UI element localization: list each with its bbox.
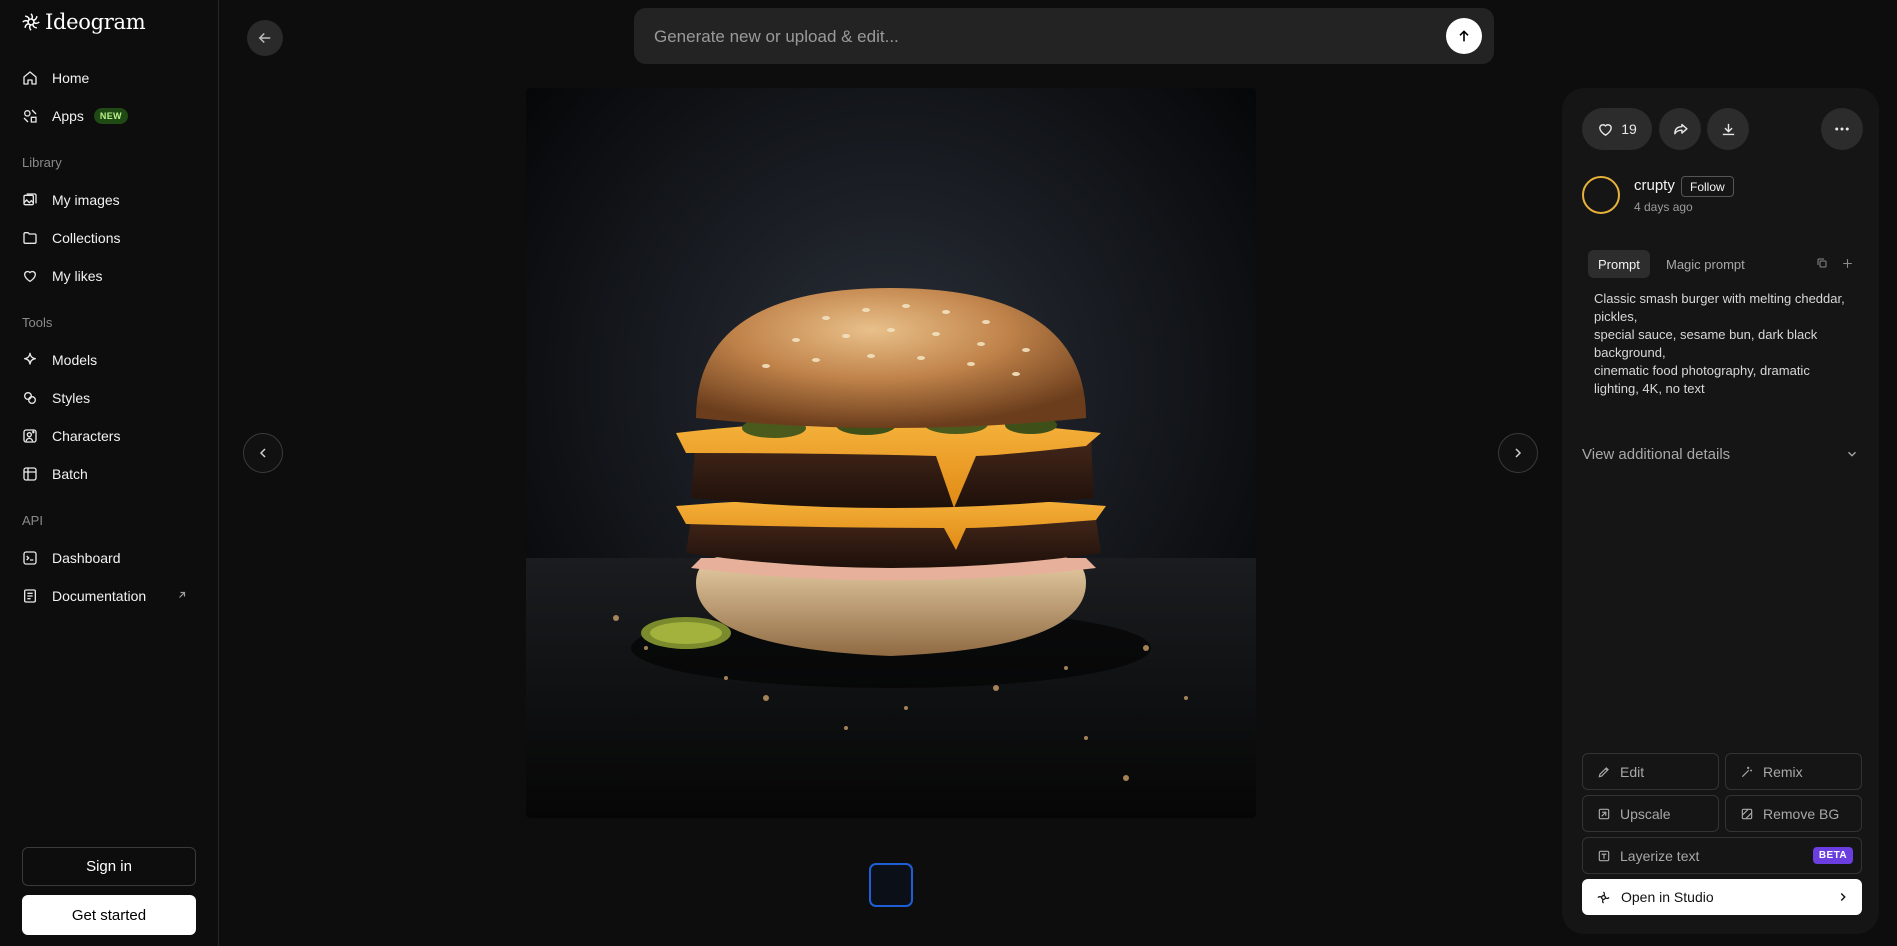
tab-prompt[interactable]: Prompt <box>1588 250 1650 278</box>
home-icon <box>22 70 38 86</box>
share-button[interactable] <box>1659 108 1701 150</box>
arrow-up-icon <box>1456 28 1472 44</box>
previous-image-button[interactable] <box>243 433 283 473</box>
logo-text: Ideogram <box>45 10 146 34</box>
back-button[interactable] <box>247 20 283 56</box>
more-options-button[interactable] <box>1821 108 1863 150</box>
apps-icon <box>22 108 38 124</box>
sidebar-item-label: My likes <box>52 268 103 284</box>
batch-icon <box>22 466 38 482</box>
sidebar-item-my-images[interactable]: My images <box>10 184 200 216</box>
sidebar-item-label: Models <box>52 352 98 368</box>
sparkle-icon <box>22 352 38 368</box>
sidebar-item-characters[interactable]: Characters <box>10 420 200 452</box>
sidebar-item-label: Documentation <box>52 588 147 604</box>
remove-bg-button[interactable]: Remove BG <box>1725 795 1862 832</box>
layers-text-icon <box>1597 849 1611 863</box>
more-horizontal-icon <box>1833 120 1851 138</box>
image-details-panel: 19 crupty Follow 4 days ago Prompt Magic… <box>1562 88 1879 934</box>
upscale-label: Upscale <box>1620 805 1671 822</box>
like-button[interactable]: 19 <box>1582 108 1652 150</box>
sidebar-item-label: Characters <box>52 428 121 444</box>
folder-icon <box>22 230 38 246</box>
view-details-label: View additional details <box>1582 445 1731 463</box>
generated-image[interactable] <box>526 88 1256 818</box>
upscale-button[interactable]: Upscale <box>1582 795 1719 832</box>
sidebar-item-collections[interactable]: Collections <box>10 222 200 254</box>
tab-magic-prompt[interactable]: Magic prompt <box>1658 250 1753 278</box>
open-in-studio-label: Open in Studio <box>1621 889 1714 905</box>
pencil-icon <box>1597 765 1611 779</box>
view-additional-details[interactable]: View additional details <box>1582 444 1859 464</box>
follow-button[interactable]: Follow <box>1681 176 1734 197</box>
sidebar-item-dashboard[interactable]: Dashboard <box>10 542 200 574</box>
heart-icon <box>1597 121 1614 138</box>
sidebar-item-styles[interactable]: Styles <box>10 382 200 414</box>
chevron-right-icon <box>1510 445 1526 461</box>
copy-icon[interactable] <box>1816 257 1830 271</box>
chevron-right-icon <box>1836 890 1850 904</box>
sidebar-item-apps[interactable]: Apps NEW <box>10 100 200 132</box>
remix-label: Remix <box>1763 763 1803 780</box>
upscale-icon <box>1597 807 1611 821</box>
styles-icon <box>22 390 38 406</box>
remove-bg-label: Remove BG <box>1763 805 1840 822</box>
sidebar: Ideogram Home Apps NEW Library My images… <box>0 0 219 946</box>
heart-icon <box>22 268 38 284</box>
sidebar-item-label: Home <box>52 70 90 86</box>
remove-background-icon <box>1740 807 1754 821</box>
layerize-text-label: Layerize text <box>1620 847 1700 864</box>
download-button[interactable] <box>1707 108 1749 150</box>
share-icon <box>1672 121 1689 138</box>
sidebar-item-documentation[interactable]: Documentation <box>10 580 200 612</box>
studio-icon <box>1596 890 1611 905</box>
new-badge: NEW <box>93 108 128 124</box>
chevron-left-icon <box>255 445 271 461</box>
sidebar-item-batch[interactable]: Batch <box>10 458 200 490</box>
arrow-left-icon <box>256 29 274 47</box>
prompt-input[interactable] <box>652 8 1416 66</box>
layerize-text-button[interactable]: Layerize text BETA <box>1582 837 1862 874</box>
avatar[interactable] <box>1582 176 1620 214</box>
prompt-bar <box>634 8 1494 66</box>
wand-icon <box>1740 765 1754 779</box>
edit-button[interactable]: Edit <box>1582 753 1719 790</box>
next-image-button[interactable] <box>1498 433 1538 473</box>
edit-label: Edit <box>1620 763 1645 780</box>
sidebar-item-label: My images <box>52 192 120 208</box>
images-icon <box>22 192 38 208</box>
prompt-text: Classic smash burger with melting chedda… <box>1594 291 1845 396</box>
image-thumbnail[interactable] <box>869 863 913 907</box>
timestamp: 4 days ago <box>1634 200 1693 214</box>
username[interactable]: crupty <box>1634 177 1675 194</box>
submit-button[interactable] <box>1446 18 1482 54</box>
section-label-tools: Tools <box>22 315 53 330</box>
sidebar-item-label: Apps <box>52 108 84 124</box>
logo[interactable]: Ideogram <box>20 10 146 34</box>
section-label-library: Library <box>22 155 62 170</box>
logo-icon <box>20 11 42 33</box>
like-count: 19 <box>1621 121 1637 137</box>
sidebar-item-label: Styles <box>52 390 91 406</box>
download-icon <box>1720 121 1737 138</box>
character-icon <box>22 428 38 444</box>
chevron-down-icon <box>1845 447 1859 461</box>
sidebar-item-my-likes[interactable]: My likes <box>10 260 200 292</box>
sign-in-button[interactable]: Sign in <box>22 847 196 886</box>
get-started-button[interactable]: Get started <box>22 895 196 935</box>
plus-icon[interactable] <box>1841 257 1855 271</box>
remix-button[interactable]: Remix <box>1725 753 1862 790</box>
document-icon <box>22 588 38 604</box>
sidebar-item-label: Dashboard <box>52 550 121 566</box>
sidebar-item-models[interactable]: Models <box>10 344 200 376</box>
section-label-api: API <box>22 513 43 528</box>
sidebar-item-label: Batch <box>52 466 88 482</box>
sidebar-item-home[interactable]: Home <box>10 62 200 94</box>
sidebar-item-label: Collections <box>52 230 121 246</box>
open-in-studio-button[interactable]: Open in Studio <box>1582 879 1862 915</box>
external-link-icon <box>176 589 188 601</box>
terminal-icon <box>22 550 38 566</box>
beta-badge: BETA <box>1812 847 1853 864</box>
